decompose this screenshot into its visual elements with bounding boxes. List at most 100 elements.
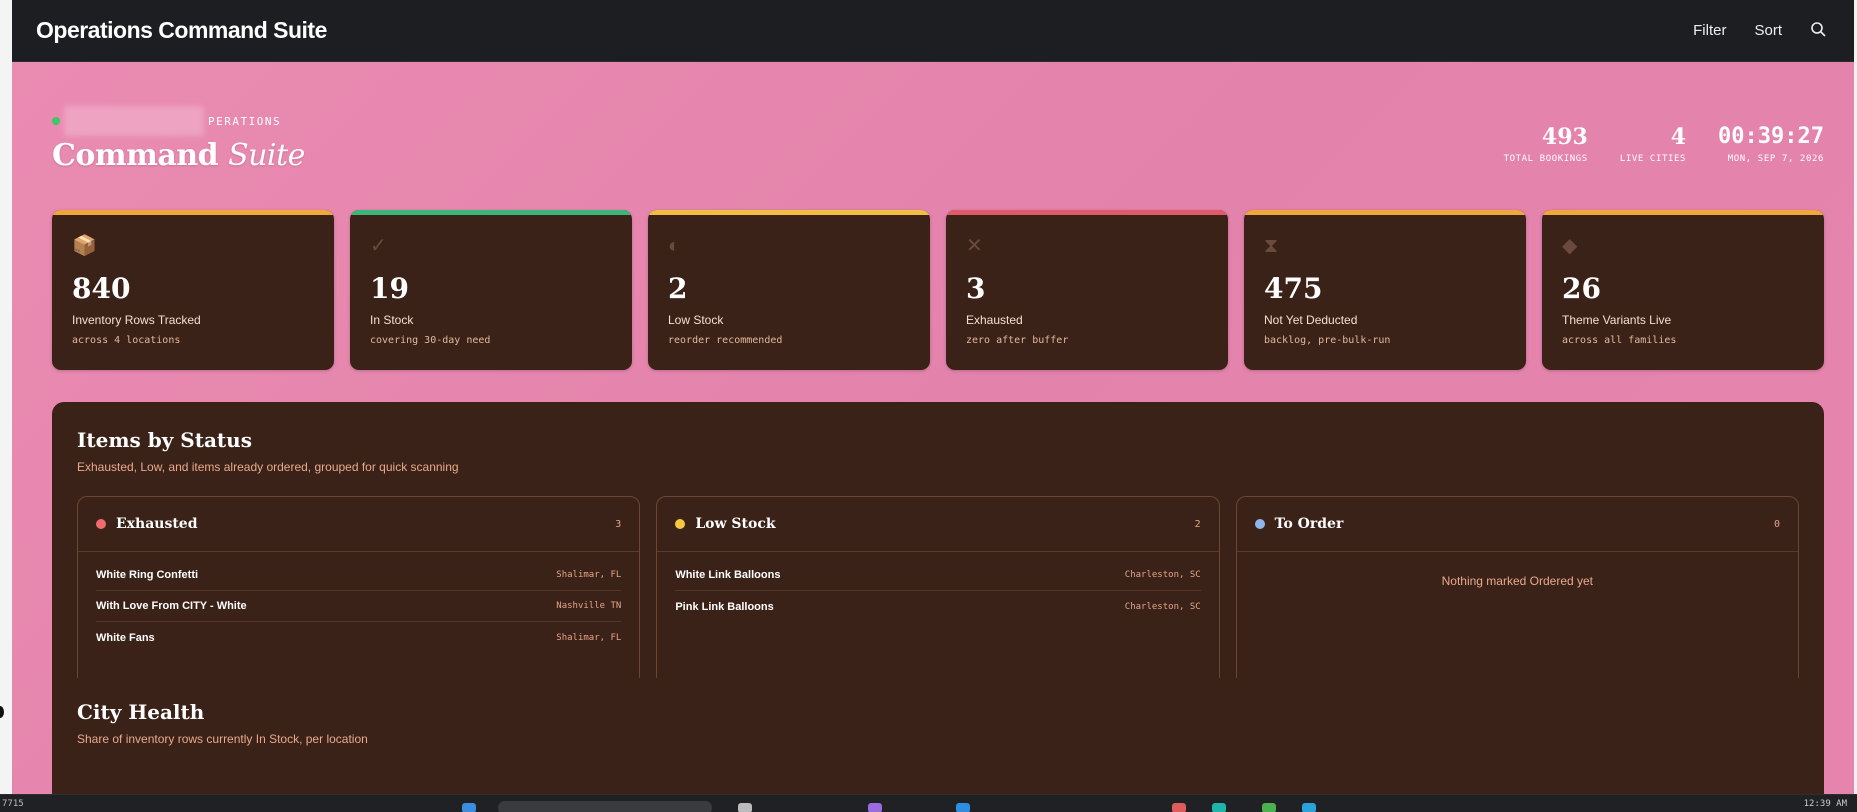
kpi-card-low-stock[interactable]: ◐ 2 Low Stock reorder recommended [648,210,930,370]
item-name: Pink Link Balloons [675,600,774,613]
x-icon: ✕ [966,235,983,257]
group-rows: White Ring Confetti Shalimar, FL With Lo… [78,552,639,661]
stat-live-cities: 4 LIVE CITIES [1620,126,1686,164]
group-rows: White Link Balloons Charleston, SC Pink … [657,552,1218,630]
items-by-status-panel: Items by Status Exhausted, Low, and item… [52,402,1824,708]
stat-value: 493 [1541,124,1588,150]
redacted-block [64,106,204,136]
card-accent-bar [52,210,334,215]
os-taskbar: 7715 12:39 AM [0,794,1857,812]
check-icon: ✓ [370,235,387,257]
sort-button[interactable]: Sort [1754,22,1782,39]
title-main: Command [52,138,219,173]
status-group-to-order: To Order 0 Nothing marked Ordered yet [1235,496,1799,686]
status-dot [1254,519,1265,529]
city-health-panel: City Health Share of inventory rows curr… [52,678,1824,794]
app-icon[interactable] [956,803,970,812]
card-subtitle: reorder recommended [668,335,783,346]
status-group-exhausted: Exhausted 3 White Ring Confetti Shalimar… [77,496,641,686]
card-accent-bar [946,210,1228,215]
left-window-edge [0,0,12,812]
hero-header: PERATIONS Command Suite 493 TOTAL BOOKIN… [52,100,1824,200]
app-icon[interactable] [1262,803,1276,812]
card-value: 840 [72,272,131,305]
taskbar-search-box[interactable] [498,801,712,812]
app-title: Operations Command Suite [36,17,327,43]
panel-description: Share of inventory rows currently In Sto… [77,732,368,746]
kpi-card-exhausted[interactable]: ✕ 3 Exhausted zero after buffer [946,210,1228,370]
card-title: Low Stock [668,313,724,327]
topbar-actions: Filter Sort [1693,21,1830,41]
group-name: Low Stock [695,516,776,532]
card-title: Not Yet Deducted [1264,313,1358,327]
eyebrow: PERATIONS [52,106,281,136]
panel-description: Exhausted, Low, and items already ordere… [77,460,459,474]
clock-value: 00:39:27 [1718,124,1824,149]
filter-button[interactable]: Filter [1693,22,1726,39]
taskview-icon[interactable] [738,803,752,812]
status-dot [675,519,686,529]
card-value: 475 [1264,272,1323,305]
card-subtitle: across all families [1562,335,1677,346]
list-item[interactable]: Pink Link Balloons Charleston, SC [675,591,1200,622]
list-item[interactable]: White Ring Confetti Shalimar, FL [96,560,622,591]
list-item[interactable]: With Love From CITY - White Nashville TN [96,591,622,622]
kpi-cards: 📦 840 Inventory Rows Tracked across 4 lo… [52,210,1824,370]
group-header: Exhausted 3 [78,497,640,552]
item-name: With Love From CITY - White [96,600,247,612]
card-value: 19 [370,272,409,305]
item-location: Shalimar, FL [556,570,622,580]
group-name: To Order [1274,516,1344,532]
group-header: To Order 0 [1236,497,1798,552]
half-circle-icon: ◐ [668,235,681,257]
kpi-card-in-stock[interactable]: ✓ 19 In Stock covering 30-day need [350,210,632,370]
card-title: Theme Variants Live [1562,313,1672,327]
group-header: Low Stock 2 [657,497,1219,552]
panel-title: City Health [77,700,205,724]
kpi-card-theme-variants[interactable]: ◆ 26 Theme Variants Live across all fami… [1542,210,1824,370]
status-dot [96,519,106,529]
search-icon[interactable] [1810,21,1830,41]
kpi-card-inventory-rows[interactable]: 📦 840 Inventory Rows Tracked across 4 lo… [52,210,334,370]
package-icon: 📦 [72,235,97,257]
panel-title: Items by Status [77,428,252,452]
stat-total-bookings: 493 TOTAL BOOKINGS [1504,126,1588,164]
card-subtitle: zero after buffer [966,335,1069,346]
item-location: Charleston, SC [1124,601,1201,612]
eyebrow-label: PERATIONS [208,114,282,128]
app-icon[interactable] [868,803,882,812]
item-name: White Link Balloons [675,569,781,581]
card-title: In Stock [370,313,414,327]
page-title: Command Suite [52,138,305,173]
group-name: Exhausted [116,516,198,532]
diamond-icon: ◆ [1562,235,1578,257]
card-accent-bar [1244,210,1526,215]
list-item[interactable]: White Fans Shalimar, FL [96,622,621,653]
kpi-card-not-yet-deducted[interactable]: ⧗ 475 Not Yet Deducted backlog, pre-bulk… [1244,210,1526,370]
card-value: 3 [966,272,986,305]
card-title: Exhausted [966,313,1023,327]
item-location: Charleston, SC [1124,570,1201,580]
item-name: White Fans [96,631,155,644]
edge-dot [0,706,4,718]
stat-caption: TOTAL BOOKINGS [1503,154,1588,164]
card-value: 2 [668,272,688,305]
empty-state-text: Nothing marked Ordered yet [1441,574,1594,588]
group-count: 0 [1773,518,1780,530]
app-icon[interactable] [1172,803,1186,812]
stat-caption: LIVE CITIES [1619,154,1687,164]
title-italic: Suite [228,138,305,173]
item-name: White Ring Confetti [96,569,199,581]
card-subtitle: across 4 locations [72,335,181,346]
app-icon[interactable] [1302,803,1316,812]
stat-value: 4 [1670,124,1687,150]
live-status-dot [52,117,60,125]
taskbar-left-text: 7715 [2,799,24,809]
start-icon[interactable] [462,803,476,812]
card-subtitle: covering 30-day need [370,335,491,346]
hourglass-icon: ⧗ [1264,235,1279,257]
list-item[interactable]: White Link Balloons Charleston, SC [675,560,1201,591]
app-icon[interactable] [1212,803,1226,812]
stat-clock: 00:39:27 MON, SEP 7, 2026 [1718,124,1824,165]
card-title: Inventory Rows Tracked [72,313,201,327]
